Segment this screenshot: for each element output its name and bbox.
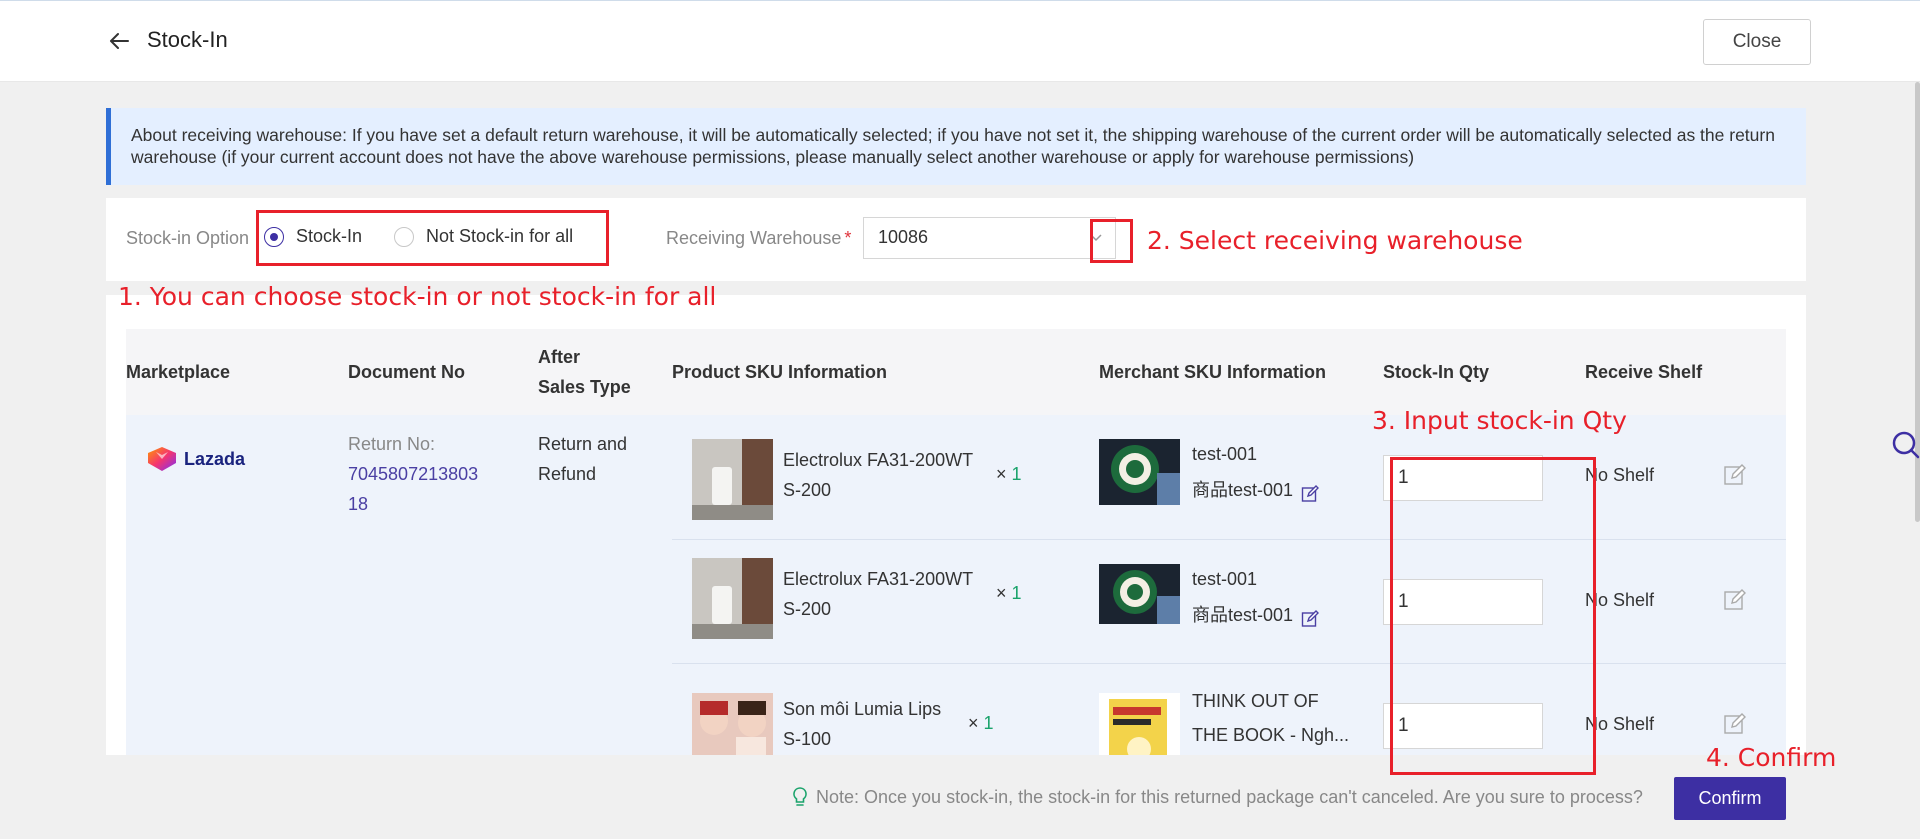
annotation-box-stock-option: [256, 210, 609, 266]
edit-shelf-icon[interactable]: [1723, 712, 1747, 736]
close-button[interactable]: Close: [1703, 19, 1811, 65]
merchant-sku-code: test-001: [1192, 569, 1258, 589]
merchant-image: [1099, 439, 1180, 505]
merchant-sku-code: THINK OUT OF: [1192, 691, 1319, 711]
page-header: Stock-In Close: [0, 0, 1920, 82]
product-name-1: Son môi Lumia Lips: [783, 699, 942, 719]
product-image: [692, 558, 773, 639]
merchant-sku-name-text: 商品test-001: [1192, 480, 1294, 500]
receiving-warehouse-label-text: Receiving Warehouse: [666, 228, 842, 248]
return-no-link-2[interactable]: 18: [348, 489, 368, 519]
edit-icon[interactable]: [1301, 607, 1320, 627]
th-stock-in-qty: Stock-In Qty: [1383, 362, 1490, 382]
edit-shelf-icon[interactable]: [1723, 588, 1747, 612]
th-merchant-sku: Merchant SKU Information: [1099, 362, 1327, 382]
th-marketplace: Marketplace: [126, 362, 231, 382]
lightbulb-icon: [790, 786, 810, 808]
edit-shelf-icon[interactable]: [1723, 463, 1747, 487]
confirm-note: Note: Once you stock-in, the stock-in fo…: [790, 786, 1643, 808]
qty-multiply: ×: [996, 583, 1007, 603]
qty-multiply: ×: [996, 464, 1007, 484]
annotation-box-warehouse: [1090, 219, 1133, 263]
merchant-sku-code: test-001: [1192, 444, 1258, 464]
product-qty: × 1: [968, 708, 994, 738]
marketplace-name: Lazada: [184, 448, 246, 469]
th-document-no: Document No: [348, 362, 465, 382]
merchant-sku-name: THE BOOK - Ngh...: [1192, 725, 1350, 745]
lazada-icon: [148, 447, 176, 471]
table-row: Electrolux FA31-200WT S-200 × 1 test-001…: [672, 539, 1786, 663]
return-no-label: Return No:: [348, 434, 436, 454]
product-name-1: Electrolux FA31-200WT: [783, 450, 974, 470]
product-qty: × 1: [996, 459, 1022, 489]
product-image: [692, 693, 773, 755]
th-receive-shelf: Receive Shelf: [1585, 362, 1703, 382]
receiving-warehouse-select[interactable]: 10086: [863, 217, 1116, 259]
arrow-left-icon[interactable]: [106, 27, 134, 55]
annotation-step-2: 2. Select receiving warehouse: [1147, 226, 1523, 255]
product-name-1: Electrolux FA31-200WT: [783, 569, 974, 589]
table-row: Son môi Lumia Lips S-100 × 1 THINK OUT O…: [672, 663, 1786, 755]
merchant-sku-name: 商品test-001: [1192, 475, 1320, 505]
marketplace-logo: Lazada: [146, 445, 245, 473]
receiving-warehouse-label: Receiving Warehouse *: [666, 228, 851, 249]
product-variant: S-200: [783, 599, 832, 619]
after-sales-type-1: Return and: [538, 434, 628, 454]
merchant-image: [1099, 564, 1180, 624]
info-banner-text: About receiving warehouse: If you have s…: [131, 125, 1775, 167]
annotation-step-1: 1. You can choose stock-in or not stock-…: [118, 282, 717, 311]
product-variant: S-200: [783, 480, 832, 500]
annotation-step-4: 4. Confirm: [1706, 743, 1837, 772]
product-qty: × 1: [996, 578, 1022, 608]
edit-icon[interactable]: [1301, 482, 1320, 502]
annotation-step-3: 3. Input stock-in Qty: [1372, 406, 1627, 435]
merchant-sku-name-text: 商品test-001: [1192, 605, 1294, 625]
th-after-sales-1: After: [538, 347, 581, 367]
after-sales-type-2: Refund: [538, 464, 597, 484]
product-variant: S-100: [783, 729, 832, 749]
product-image: [692, 439, 773, 520]
qty-number: 1: [1011, 583, 1022, 603]
page-title: Stock-In: [147, 27, 228, 52]
th-product-sku: Product SKU Information: [672, 362, 887, 382]
confirm-note-text: Note: Once you stock-in, the stock-in fo…: [816, 786, 1643, 807]
required-mark: *: [844, 228, 852, 248]
return-no-link-1[interactable]: 7045807213803: [348, 459, 478, 489]
merchant-sku-name: 商品test-001: [1192, 600, 1320, 630]
qty-number: 1: [983, 713, 994, 733]
info-banner: About receiving warehouse: If you have s…: [106, 108, 1806, 185]
stock-in-option-label: Stock-in Option: [126, 228, 250, 248]
qty-number: 1: [1011, 464, 1022, 484]
th-after-sales-2: Sales Type: [538, 377, 631, 397]
qty-multiply: ×: [968, 713, 979, 733]
search-icon[interactable]: [1886, 428, 1920, 462]
confirm-button[interactable]: Confirm: [1674, 777, 1786, 820]
table-header: Marketplace Document No After Sales Type…: [126, 329, 1786, 415]
annotation-box-qty: [1390, 457, 1596, 775]
merchant-image: [1099, 693, 1180, 755]
receiving-warehouse-value: 10086: [878, 227, 929, 247]
